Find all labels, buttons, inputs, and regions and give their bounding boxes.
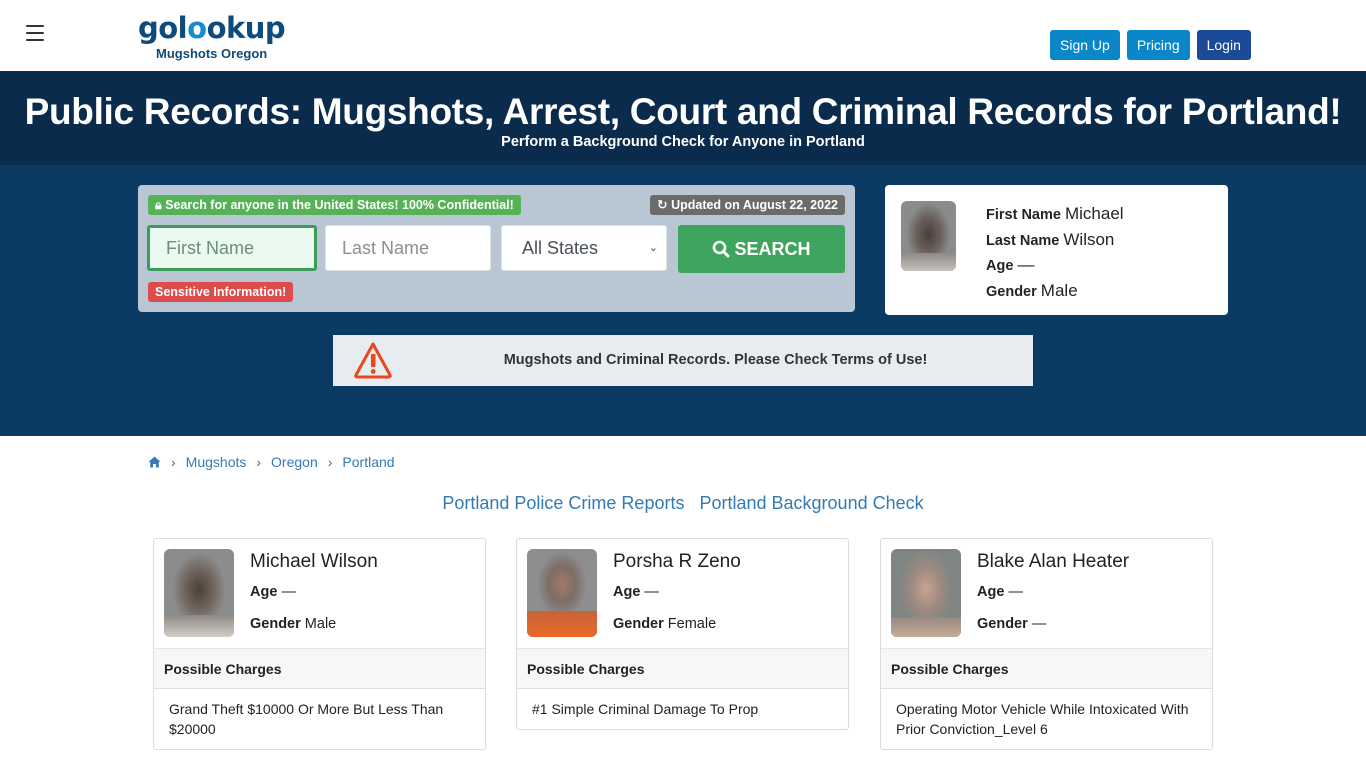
record-age: Age — <box>613 584 659 600</box>
logo-subtitle: Mugshots Oregon <box>156 46 268 61</box>
top-navbar: golookup Mugshots Oregon Sign Up Pricing… <box>0 0 1366 71</box>
record-age: Age — <box>250 584 296 600</box>
background-check-link[interactable]: Portland Background Check <box>699 493 923 513</box>
breadcrumb: › Mugshots › Oregon › Portland <box>148 454 395 470</box>
last-name-input[interactable]: Last Name <box>325 225 491 271</box>
featured-profile-card[interactable]: First Name Michael Last Name Wilson Age … <box>885 185 1228 315</box>
terms-notice: Mugshots and Criminal Records. Please Ch… <box>333 335 1033 386</box>
breadcrumb-portland[interactable]: Portland <box>342 454 394 470</box>
breadcrumb-oregon[interactable]: Oregon <box>271 454 318 470</box>
record-name: Michael Wilson <box>250 551 378 572</box>
breadcrumb-separator: › <box>327 454 333 470</box>
updated-badge: ↻ Updated on August 22, 2022 <box>650 195 845 215</box>
chevron-down-icon: ⌄ <box>648 242 658 254</box>
mugshot-photo <box>527 549 597 637</box>
record-gender: Gender Female <box>613 616 717 632</box>
charges-header: Possible Charges <box>154 648 485 689</box>
nav-buttons: Sign Up Pricing Login <box>1050 30 1251 60</box>
state-select[interactable]: All States ⌄ <box>501 225 667 271</box>
profile-first-name: First Name Michael <box>986 204 1124 223</box>
mugshot-photo <box>891 549 961 637</box>
mugshot-photo <box>164 549 234 637</box>
notice-text: Mugshots and Criminal Records. Please Ch… <box>503 352 928 368</box>
record-card[interactable]: Michael Wilson Age — Gender Male Possibl… <box>153 538 486 750</box>
breadcrumb-separator: › <box>171 454 176 470</box>
first-name-input[interactable]: First Name <box>147 225 317 271</box>
profile-gender: Gender Male <box>986 280 1078 300</box>
record-card[interactable]: Blake Alan Heater Age — Gender — Possibl… <box>880 538 1213 750</box>
related-links: Portland Police Crime Reports Portland B… <box>0 493 1366 514</box>
confidential-badge: 🔒︎ Search for anyone in the United State… <box>148 195 521 215</box>
page-subtitle: Perform a Background Check for Anyone in… <box>501 134 865 150</box>
sign-up-button[interactable]: Sign Up <box>1050 30 1120 60</box>
profile-photo <box>901 201 956 271</box>
record-name: Blake Alan Heater <box>977 551 1130 572</box>
record-gender: Gender Male <box>250 616 337 632</box>
sensitive-info-badge: Sensitive Information! <box>148 282 294 302</box>
search-icon <box>713 240 730 258</box>
record-name: Porsha R Zeno <box>613 551 741 572</box>
site-logo[interactable]: golookup Mugshots Oregon <box>138 11 286 62</box>
search-panel: 🔒︎ Search for anyone in the United State… <box>138 185 855 312</box>
logo-wordmark: golookup <box>138 11 286 45</box>
record-gender: Gender — <box>977 616 1047 632</box>
login-button[interactable]: Login <box>1196 30 1251 60</box>
page-title: Public Records: Mugshots, Arrest, Court … <box>24 91 1342 132</box>
pricing-button[interactable]: Pricing <box>1126 30 1190 60</box>
lock-icon: 🔒︎ <box>155 198 162 212</box>
home-icon[interactable] <box>148 456 161 468</box>
charges-text: Grand Theft $10000 Or More But Less Than… <box>169 701 444 737</box>
police-crime-reports-link[interactable]: Portland Police Crime Reports <box>442 493 684 513</box>
search-button[interactable]: SEARCH <box>678 225 845 273</box>
charges-text: #1 Simple Criminal Damage To Prop <box>532 701 759 717</box>
charges-header: Possible Charges <box>881 648 1212 689</box>
refresh-icon: ↻ <box>657 198 668 212</box>
record-age: Age — <box>977 584 1023 600</box>
charges-header: Possible Charges <box>517 648 848 689</box>
hamburger-menu-icon[interactable] <box>26 25 44 41</box>
breadcrumb-separator: › <box>256 454 262 470</box>
breadcrumb-mugshots[interactable]: Mugshots <box>186 454 247 470</box>
profile-age: Age — <box>986 255 1035 274</box>
charges-text: Operating Motor Vehicle While Intoxicate… <box>896 701 1189 737</box>
profile-last-name: Last Name Wilson <box>986 229 1115 249</box>
record-card[interactable]: Porsha R Zeno Age — Gender Female Possib… <box>516 538 849 730</box>
hero-search-section: 🔒︎ Search for anyone in the United State… <box>0 165 1366 436</box>
hero-title-band: Public Records: Mugshots, Arrest, Court … <box>0 71 1366 165</box>
